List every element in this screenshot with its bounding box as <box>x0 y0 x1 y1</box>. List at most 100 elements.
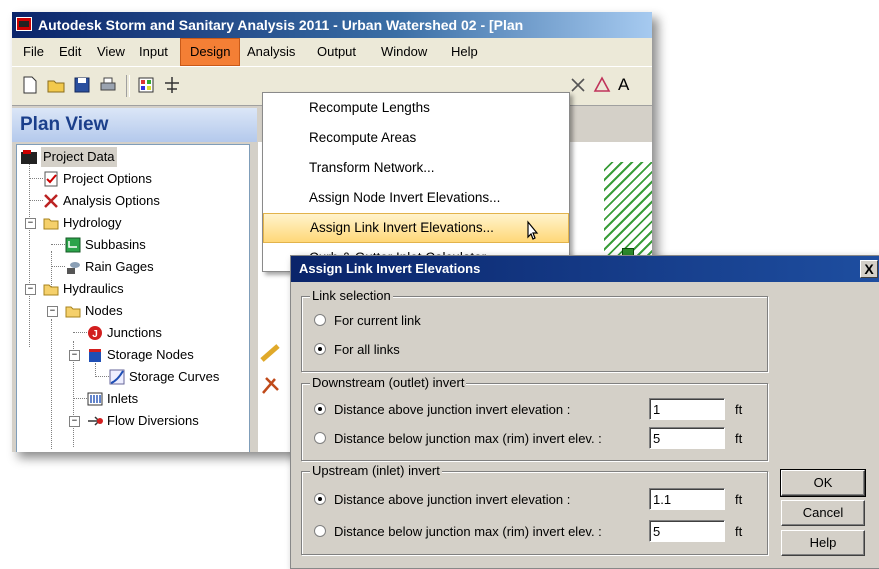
radio-upstream-above-invert[interactable]: Distance above junction invert elevation… <box>314 490 654 510</box>
save-icon[interactable] <box>72 75 92 95</box>
tree-item-label: Rain Gages <box>85 259 154 274</box>
collapse-hydrology[interactable]: − <box>25 218 36 229</box>
svg-text:J: J <box>92 329 98 340</box>
scissors-icon[interactable] <box>568 75 588 95</box>
radio-button[interactable] <box>314 403 326 415</box>
menu-edit[interactable]: Edit <box>50 38 90 66</box>
cancel-button[interactable]: Cancel <box>781 500 865 526</box>
folder-icon <box>43 218 59 230</box>
tree-item-label: Inlets <box>107 391 139 406</box>
unit-label: ft <box>735 431 743 446</box>
table-icon[interactable] <box>136 75 156 95</box>
radio-label: Distance below junction max (rim) invert… <box>334 431 602 446</box>
tree-item-label: Project Options <box>63 171 152 186</box>
unit-label: ft <box>735 492 743 507</box>
radio-label: Distance above junction invert elevation… <box>334 402 571 417</box>
radio-downstream-above-invert[interactable]: Distance above junction invert elevation… <box>314 400 654 420</box>
menu-item-recompute-areas[interactable]: Recompute Areas <box>263 123 569 153</box>
menu-view[interactable]: View <box>88 38 134 66</box>
tree-item-flow-diversions[interactable]: Flow Diversions <box>87 411 247 431</box>
ok-button[interactable]: OK <box>780 469 866 497</box>
tree-item-label: Hydrology <box>63 215 122 230</box>
upstream-invert-label: Upstream (inlet) invert <box>310 463 442 479</box>
tree-item-nodes[interactable]: Nodes <box>65 301 245 321</box>
downstream-invert-group: Downstream (outlet) invert Distance abov… <box>301 375 768 461</box>
collapse-storage-nodes[interactable]: − <box>69 350 80 361</box>
radio-button[interactable] <box>314 432 326 444</box>
menu-analysis[interactable]: Analysis <box>238 38 304 66</box>
tree-item-label: Analysis Options <box>63 193 160 208</box>
tools-icon <box>44 194 58 208</box>
radio-current-link[interactable]: For current link <box>314 311 614 331</box>
unit-label: ft <box>735 402 743 417</box>
menu-item-recompute-lengths[interactable]: Recompute Lengths <box>263 93 569 123</box>
tree-item-hydraulics[interactable]: Hydraulics <box>43 279 243 299</box>
polygon-icon[interactable] <box>592 75 612 95</box>
tree-item-project-data[interactable]: Project Data <box>21 147 221 167</box>
radio-button[interactable] <box>314 314 326 326</box>
flow-diversion-icon <box>88 416 103 426</box>
unit-label: ft <box>735 524 743 539</box>
tree-item-project-options[interactable]: Project Options <box>43 169 243 189</box>
radio-all-links[interactable]: For all links <box>314 340 614 360</box>
tree-item-label: Storage Nodes <box>107 347 194 362</box>
radio-button[interactable] <box>314 525 326 537</box>
upstream-below-input[interactable] <box>649 520 725 542</box>
dialog-title: Assign Link Invert Elevations <box>291 256 879 282</box>
print-icon[interactable] <box>98 75 118 95</box>
text-tool-icon[interactable]: A <box>618 75 629 95</box>
help-button[interactable]: Help <box>781 530 865 556</box>
project-tree: Project Data Project Options Analysis Op… <box>16 144 250 452</box>
collapse-hydraulics[interactable]: − <box>25 284 36 295</box>
tree-item-analysis-options[interactable]: Analysis Options <box>43 191 243 211</box>
expand-flow-diversions[interactable]: − <box>69 416 80 427</box>
new-file-icon[interactable] <box>20 75 40 95</box>
menu-output[interactable]: Output <box>308 38 365 66</box>
menu-file[interactable]: File <box>14 38 53 66</box>
radio-button[interactable] <box>314 493 326 505</box>
ruler-icon[interactable] <box>260 342 282 364</box>
mouse-cursor-icon <box>527 220 539 240</box>
radio-upstream-below-rim[interactable]: Distance below junction max (rim) invert… <box>314 522 654 542</box>
tree-item-subbasins[interactable]: Subbasins <box>65 235 245 255</box>
subbasin-icon <box>65 237 81 253</box>
upstream-above-input[interactable] <box>649 488 725 510</box>
radio-button[interactable] <box>314 343 326 355</box>
downstream-above-input[interactable] <box>649 398 725 420</box>
close-button[interactable]: X <box>860 260 878 278</box>
tree-item-rain-gages[interactable]: Rain Gages <box>65 257 245 277</box>
radio-label: Distance above junction invert elevation… <box>334 492 571 507</box>
downstream-invert-label: Downstream (outlet) invert <box>310 375 467 391</box>
collapse-nodes[interactable]: − <box>47 306 58 317</box>
tree-item-storage-nodes[interactable]: Storage Nodes <box>87 345 247 365</box>
plan-view-title: Plan View <box>12 108 257 142</box>
menu-window[interactable]: Window <box>372 38 436 66</box>
tree-item-inlets[interactable]: Inlets <box>87 389 247 409</box>
upstream-invert-group: Upstream (inlet) invert Distance above j… <box>301 463 768 555</box>
radio-label: For all links <box>334 342 400 357</box>
design-tool-icon[interactable] <box>260 374 282 396</box>
downstream-below-input[interactable] <box>649 427 725 449</box>
curve-icon <box>109 369 125 385</box>
assign-link-inverts-dialog: Assign Link Invert Elevations X Link sel… <box>290 255 879 569</box>
menu-item-transform-network[interactable]: Transform Network... <box>263 153 569 183</box>
tree-item-label: Subbasins <box>85 237 146 252</box>
title-bar: Autodesk Storm and Sanitary Analysis 201… <box>12 12 652 38</box>
storage-node-icon <box>89 349 101 362</box>
radio-label: Distance below junction max (rim) invert… <box>334 524 602 539</box>
tree-item-hydrology[interactable]: Hydrology <box>43 213 243 233</box>
menu-design[interactable]: Design <box>180 38 241 66</box>
menu-bar: File Edit View Input Design Analysis Out… <box>12 38 652 66</box>
link-selection-group: Link selection For current link For all … <box>301 288 768 372</box>
network-icon[interactable] <box>162 75 182 95</box>
open-folder-icon[interactable] <box>46 75 66 95</box>
menu-help[interactable]: Help <box>442 38 487 66</box>
tree-item-junctions[interactable]: J Junctions <box>87 323 247 343</box>
menu-input[interactable]: Input <box>130 38 177 66</box>
folder-icon <box>43 284 59 296</box>
dialog-title-text: Assign Link Invert Elevations <box>299 261 481 276</box>
radio-downstream-below-rim[interactable]: Distance below junction max (rim) invert… <box>314 429 654 449</box>
menu-item-assign-node-inverts[interactable]: Assign Node Invert Elevations... <box>263 183 569 213</box>
checklist-icon <box>44 171 58 187</box>
tree-item-storage-curves[interactable]: Storage Curves <box>109 367 259 387</box>
